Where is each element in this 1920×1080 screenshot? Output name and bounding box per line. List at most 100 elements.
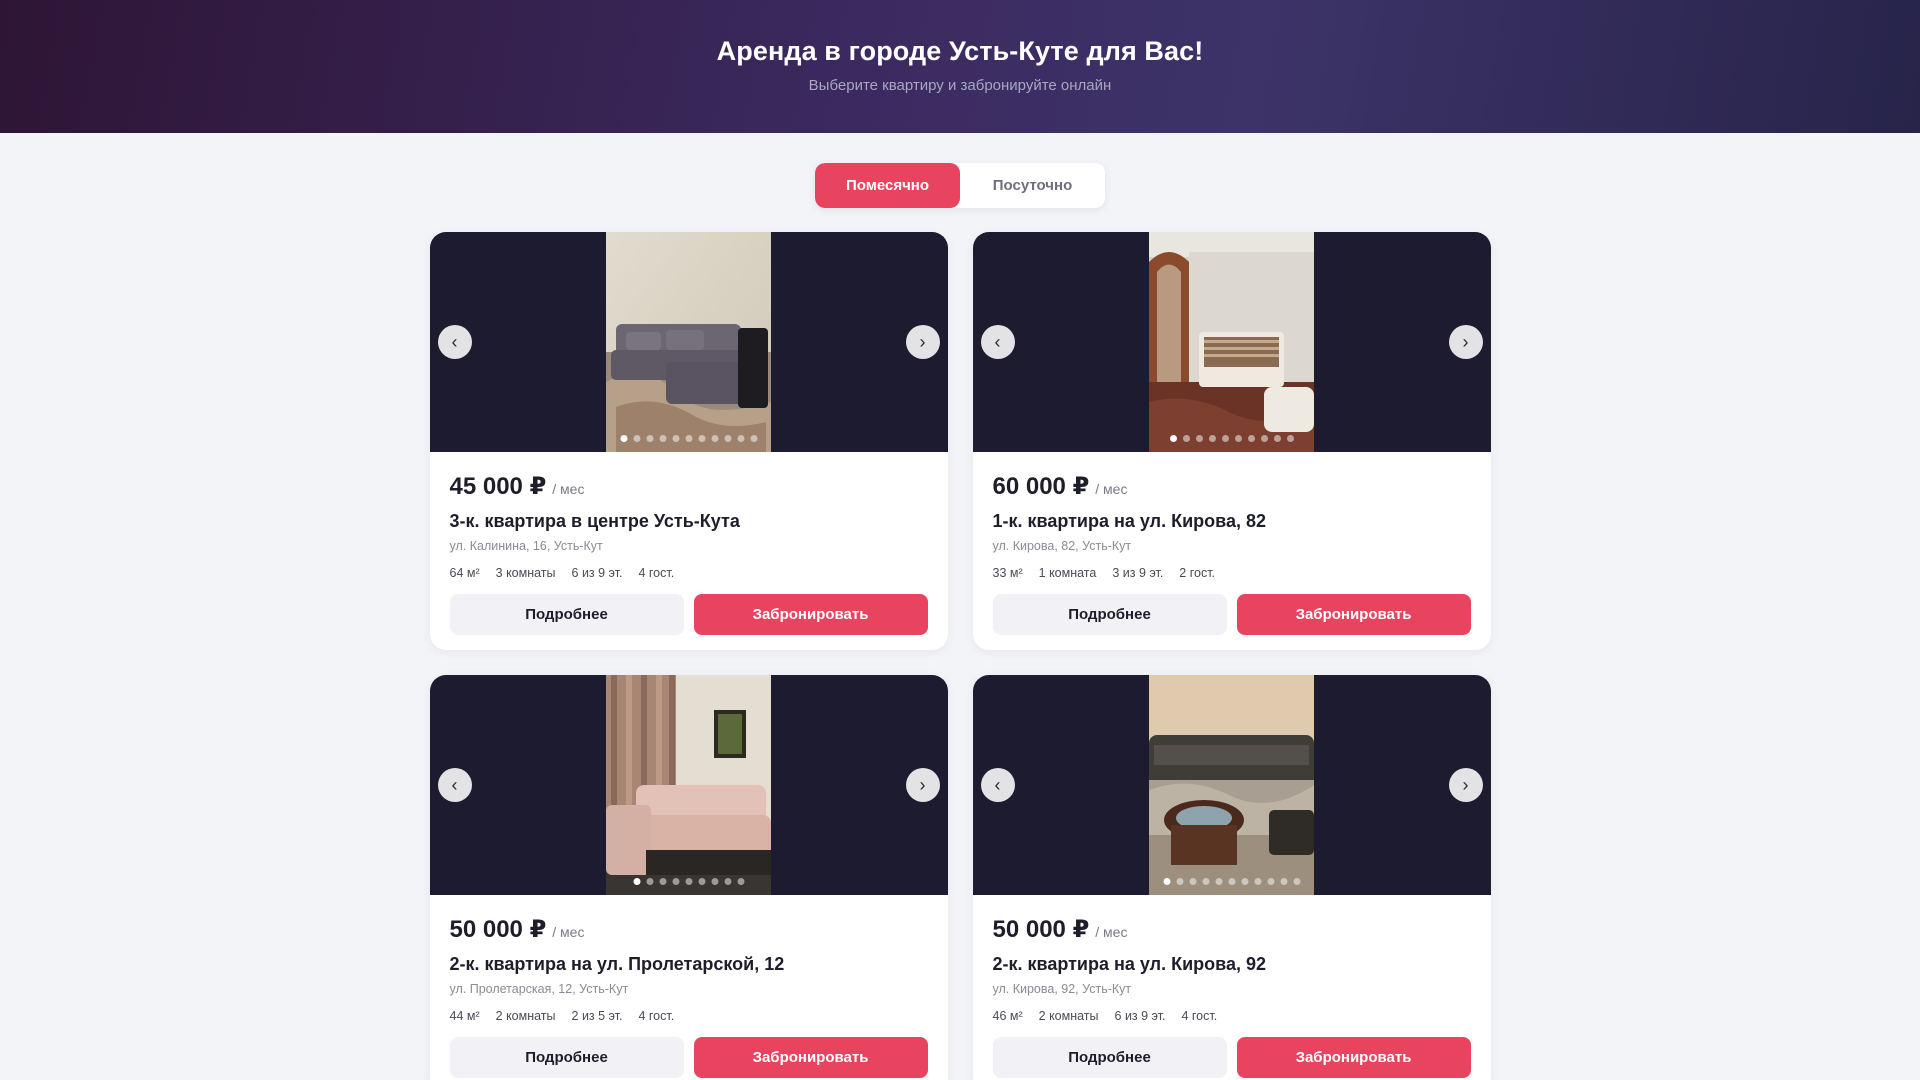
details-button[interactable]: Подробнее: [449, 594, 684, 635]
pagination-dot[interactable]: [724, 878, 731, 885]
pagination-dot[interactable]: [711, 878, 718, 885]
pagination-dot[interactable]: [1163, 878, 1170, 885]
listing-photo[interactable]: [1149, 232, 1314, 452]
pagination-dot[interactable]: [620, 435, 627, 442]
pagination-dot[interactable]: [633, 878, 640, 885]
page-title: Аренда в городе Усть-Куте для Вас!: [716, 35, 1204, 66]
chevron-left-icon: ‹: [994, 332, 1001, 352]
pagination-dot[interactable]: [711, 435, 718, 442]
listing-info: 60 000 ₽ / мес 1-к. квартира на ул. Киро…: [973, 452, 1491, 635]
photo-pagination: [633, 878, 744, 885]
next-photo-button[interactable]: ›: [905, 768, 940, 802]
chevron-right-icon: ›: [919, 775, 926, 795]
photo-gallery: ‹ ›: [429, 232, 948, 452]
pagination-dot[interactable]: [1260, 435, 1268, 442]
pagination-dot[interactable]: [1189, 878, 1196, 885]
prev-photo-button[interactable]: ‹: [980, 325, 1015, 359]
pagination-dot[interactable]: [672, 435, 679, 442]
spec-floor: 3 из 9 эт.: [1112, 566, 1164, 580]
pagination-dot[interactable]: [1254, 878, 1261, 885]
listing-title: 1-к. квартира на ул. Кирова, 82: [992, 511, 1267, 531]
pagination-dot[interactable]: [1176, 878, 1183, 885]
listing-specs: 64 м² 3 комнаты 6 из 9 эт. 4 гост.: [450, 566, 928, 580]
listing-card: ‹ › 45 000 ₽ / мес 3-к. квартира в центр…: [429, 232, 948, 650]
pagination-dot[interactable]: [1202, 878, 1209, 885]
listing-price: 50 000 ₽: [992, 916, 1090, 943]
listing-photo[interactable]: [606, 232, 771, 452]
pagination-dot[interactable]: [1182, 435, 1190, 442]
listing-actions: Подробнее Забронировать: [992, 1037, 1471, 1078]
next-photo-button[interactable]: ›: [1448, 768, 1483, 802]
book-button[interactable]: Забронировать: [1236, 594, 1471, 635]
pagination-dot[interactable]: [750, 435, 757, 442]
pagination-dot[interactable]: [1267, 878, 1274, 885]
spec-guests: 2 гост.: [1179, 566, 1216, 580]
pagination-dot[interactable]: [1169, 435, 1177, 442]
listing-title: 2-к. квартира на ул. Пролетарской, 12: [449, 954, 785, 974]
spec-rooms: 3 комнаты: [495, 566, 556, 580]
prev-photo-button[interactable]: ‹: [437, 325, 472, 359]
spec-rooms: 1 комната: [1038, 566, 1097, 580]
pagination-dot[interactable]: [724, 435, 731, 442]
price-line: 50 000 ₽ / мес: [450, 915, 928, 944]
listing-address: ул. Пролетарская, 12, Усть-Кут: [449, 982, 629, 996]
listing-actions: Подробнее Забронировать: [992, 594, 1471, 635]
spec-area: 46 м²: [992, 1009, 1023, 1023]
pagination-dot[interactable]: [1280, 878, 1287, 885]
rental-period-tabs: Помесячно Посуточно: [815, 163, 1105, 208]
pagination-dot[interactable]: [1241, 878, 1248, 885]
pagination-dot[interactable]: [698, 878, 705, 885]
tab-daily[interactable]: Посуточно: [960, 163, 1105, 208]
photo-pagination: [1169, 435, 1294, 442]
pagination-dot[interactable]: [685, 878, 692, 885]
pagination-dot[interactable]: [685, 435, 692, 442]
photo-gallery: ‹ ›: [972, 675, 1491, 895]
listing-address: ул. Кирова, 82, Усть-Кут: [992, 539, 1132, 553]
price-line: 60 000 ₽ / мес: [993, 472, 1471, 501]
pagination-dot[interactable]: [672, 878, 679, 885]
listing-title: 2-к. квартира на ул. Кирова, 92: [992, 954, 1267, 974]
price-period: / мес: [552, 924, 585, 940]
pagination-dot[interactable]: [1208, 435, 1216, 442]
pagination-dot[interactable]: [1221, 435, 1229, 442]
details-button[interactable]: Подробнее: [449, 1037, 684, 1078]
book-button[interactable]: Забронировать: [693, 1037, 928, 1078]
pagination-dot[interactable]: [646, 878, 653, 885]
listing-title: 3-к. квартира в центре Усть-Кута: [449, 511, 740, 531]
photo-pagination: [620, 435, 757, 442]
pagination-dot[interactable]: [1273, 435, 1281, 442]
pagination-dot[interactable]: [1293, 878, 1300, 885]
listing-photo[interactable]: [1149, 675, 1314, 895]
photo-gallery: ‹ ›: [429, 675, 948, 895]
pagination-dot[interactable]: [698, 435, 705, 442]
pagination-dot[interactable]: [737, 878, 744, 885]
pagination-dot[interactable]: [633, 435, 640, 442]
pagination-dot[interactable]: [1234, 435, 1242, 442]
pagination-dot[interactable]: [659, 878, 666, 885]
pagination-dot[interactable]: [659, 435, 666, 442]
spec-guests: 4 гост.: [638, 1009, 675, 1023]
pagination-dot[interactable]: [1286, 435, 1294, 442]
book-button[interactable]: Забронировать: [693, 594, 928, 635]
tab-monthly[interactable]: Помесячно: [815, 163, 960, 208]
details-button[interactable]: Подробнее: [992, 594, 1227, 635]
listing-photo[interactable]: [606, 675, 771, 895]
page-header: Аренда в городе Усть-Куте для Вас! Выбер…: [0, 0, 1920, 133]
spec-rooms: 2 комнаты: [1038, 1009, 1099, 1023]
chevron-left-icon: ‹: [994, 775, 1001, 795]
pagination-dot[interactable]: [1215, 878, 1222, 885]
listing-actions: Подробнее Забронировать: [449, 594, 928, 635]
pagination-dot[interactable]: [646, 435, 653, 442]
prev-photo-button[interactable]: ‹: [980, 768, 1015, 802]
pagination-dot[interactable]: [1195, 435, 1203, 442]
details-button[interactable]: Подробнее: [992, 1037, 1227, 1078]
next-photo-button[interactable]: ›: [1448, 325, 1483, 359]
chevron-right-icon: ›: [1462, 775, 1469, 795]
book-button[interactable]: Забронировать: [1236, 1037, 1471, 1078]
pagination-dot[interactable]: [1247, 435, 1255, 442]
pagination-dot[interactable]: [737, 435, 744, 442]
next-photo-button[interactable]: ›: [905, 325, 940, 359]
prev-photo-button[interactable]: ‹: [437, 768, 472, 802]
listing-price: 50 000 ₽: [449, 916, 547, 943]
pagination-dot[interactable]: [1228, 878, 1235, 885]
